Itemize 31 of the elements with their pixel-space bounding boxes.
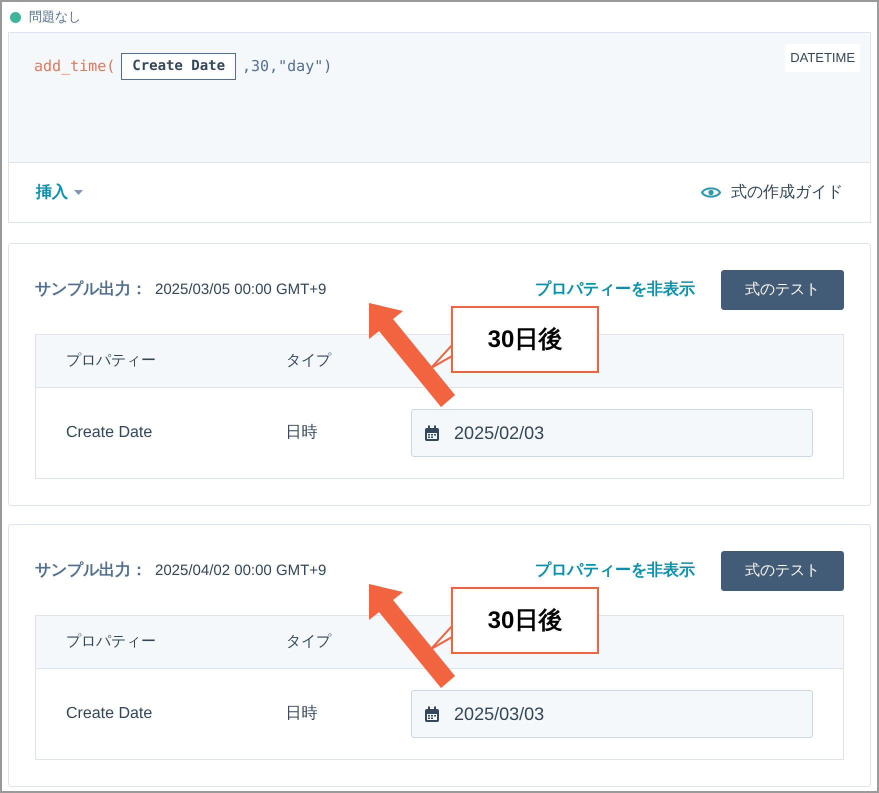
column-header: プロパティー [66,632,157,652]
column-header: プロパティー [66,350,157,371]
test-formula-button[interactable]: 式のテスト [721,270,844,310]
formula-guide-link[interactable]: 式の作成ガイド [701,180,843,204]
calendar-icon [424,424,440,442]
date-input-field[interactable]: 2025/02/03 [411,409,813,457]
calendar-icon [424,706,440,722]
status-text: 問題なし [29,8,81,26]
callout: 30日後 [451,306,599,373]
sample-output-label: サンプル出力： [35,560,147,581]
eye-icon [701,186,721,199]
test-formula-button[interactable]: 式のテスト [721,551,844,591]
column-header: タイプ [286,632,332,652]
function-name: add_time( [34,56,116,78]
insert-dropdown[interactable]: 挿入 [36,180,83,204]
function-arguments: ,30,"day") [242,56,332,78]
callout: 30日後 [451,587,599,654]
sample-output-value: 2025/03/05 00:00 GMT+9 [155,280,326,300]
caret-icon [74,190,83,195]
hide-properties-link[interactable]: プロパティーを非表示 [535,278,695,302]
column-header: タイプ [286,350,332,371]
type-badge: DATETIME [785,44,860,72]
table-cell-text: 日時 [285,704,318,724]
hide-properties-link[interactable]: プロパティーを非表示 [535,559,695,583]
sample-output-value: 2025/04/02 00:00 GMT+9 [155,560,326,581]
table-cell-text: Create Date [66,704,154,724]
table-cell-text: Create Date [66,423,154,443]
table-cell-text: 日時 [285,422,318,443]
date-input-field[interactable]: 2025/03/03 [411,690,813,738]
sample-output-label: サンプル出力： [35,279,147,300]
property-token: Create Date [121,53,236,80]
